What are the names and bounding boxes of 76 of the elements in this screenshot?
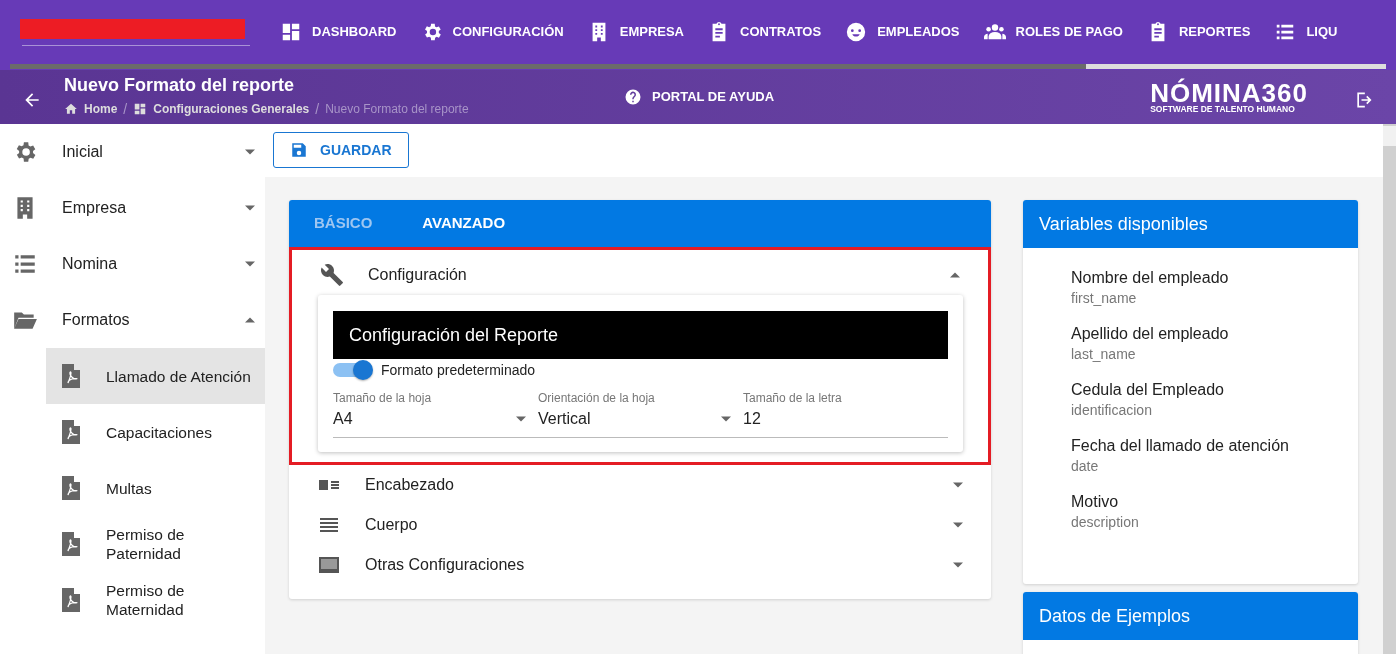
collapse-caret-icon bbox=[950, 272, 960, 278]
variable-key: last_name bbox=[1071, 344, 1358, 364]
breadcrumb-link[interactable]: Configuraciones Generales bbox=[153, 100, 310, 118]
expand-caret-icon bbox=[953, 562, 963, 568]
card-title: Datos de Ejemplos bbox=[1023, 592, 1358, 640]
sidebar-item[interactable]: Formatos bbox=[0, 292, 265, 348]
home-icon bbox=[64, 102, 78, 116]
variable-name: Cedula del Empleado bbox=[1071, 380, 1225, 400]
save-button[interactable]: GUARDAR bbox=[273, 132, 409, 168]
input-field[interactable]: 12 bbox=[743, 407, 948, 431]
vertical-scrollbar[interactable] bbox=[1383, 124, 1396, 654]
dashboard-icon bbox=[133, 102, 148, 116]
breadcrumb-separator: / bbox=[315, 99, 320, 119]
accordion-header[interactable]: Otras Configuraciones bbox=[289, 545, 991, 585]
brand-tagline: SOFTWARE DE TALENTO HUMANO bbox=[1150, 104, 1296, 114]
toggle-label: Formato predeterminado bbox=[381, 360, 536, 380]
toggle-switch[interactable] bbox=[333, 360, 373, 380]
select-field[interactable]: A4 bbox=[333, 407, 538, 431]
dashboard-icon bbox=[280, 21, 302, 43]
sidebar-item[interactable]: Nomina bbox=[0, 236, 265, 292]
variable-key: description bbox=[1071, 512, 1358, 532]
sidebar-subitem[interactable]: Capacitaciones bbox=[46, 404, 265, 460]
accordion-header[interactable]: Configuración bbox=[292, 255, 988, 295]
panel-title: Configuración del Reporte bbox=[333, 311, 948, 359]
variable-name: Motivo bbox=[1071, 492, 1120, 512]
expand-caret-icon bbox=[721, 416, 731, 422]
accordion-header[interactable]: Encabezado bbox=[289, 465, 991, 505]
nav-menu-item[interactable]: DASHBOARD bbox=[268, 0, 409, 64]
expand-caret-icon bbox=[516, 416, 526, 422]
sidebar-subitem[interactable]: Permiso de Paternidad bbox=[46, 516, 265, 572]
variable-key: first_name bbox=[1071, 288, 1358, 308]
select-field[interactable]: Vertical bbox=[538, 407, 743, 431]
breadcrumb-separator: / bbox=[123, 99, 128, 119]
horizontal-scrollbar[interactable] bbox=[10, 64, 1386, 69]
nav-menu-item[interactable]: LIQU bbox=[1262, 0, 1350, 64]
field-label: Tamaño de la hoja bbox=[333, 390, 433, 407]
sidebar-subitem[interactable]: Llamado de Atención bbox=[46, 348, 265, 404]
pdf-file-icon bbox=[60, 475, 82, 501]
variable-key: date bbox=[1071, 456, 1358, 476]
brand-name: NÓMINA360 bbox=[1150, 80, 1308, 105]
pdf-file-icon bbox=[60, 531, 82, 557]
expand-caret-icon bbox=[245, 261, 255, 267]
face-icon bbox=[845, 21, 868, 43]
expand-caret-icon bbox=[953, 522, 963, 528]
accordion-header[interactable]: Cuerpo bbox=[289, 505, 991, 545]
sidebar-subitem[interactable]: Permiso de Maternidad bbox=[46, 572, 265, 628]
variable-name: Nombre del empleado bbox=[1071, 268, 1230, 288]
wrench-icon bbox=[320, 263, 344, 287]
sidebar-subitem[interactable]: Multas bbox=[46, 460, 265, 516]
expand-caret-icon bbox=[953, 482, 963, 488]
tab[interactable]: AVANZADO bbox=[397, 200, 531, 247]
nav-menu-item[interactable]: REPORTES bbox=[1134, 0, 1263, 64]
sidebar-item[interactable]: Inicial bbox=[0, 124, 265, 180]
pdf-file-icon bbox=[60, 419, 82, 445]
save-icon bbox=[290, 141, 308, 159]
pdf-file-icon bbox=[60, 363, 82, 389]
variable-name: Fecha del llamado de atención bbox=[1071, 436, 1290, 456]
breadcrumb-link[interactable]: Home bbox=[84, 100, 118, 118]
nav-menu-item[interactable]: EMPLEADOS bbox=[833, 0, 972, 64]
pdf-file-icon bbox=[60, 587, 82, 613]
expand-caret-icon bbox=[245, 205, 255, 211]
nav-menu-item[interactable]: EMPRESA bbox=[575, 0, 696, 64]
nav-menu-item[interactable]: CONFIGURACIÓN bbox=[408, 0, 576, 64]
field-label: Tamaño de la letra bbox=[743, 390, 843, 407]
collapse-caret-icon bbox=[245, 317, 255, 323]
help-icon bbox=[624, 88, 642, 106]
expand-caret-icon bbox=[245, 149, 255, 155]
variable-key: identificacion bbox=[1071, 400, 1358, 420]
field-label: Orientación de la hoja bbox=[538, 390, 656, 407]
page-title: Nuevo Formato del reporte bbox=[64, 74, 296, 95]
help-portal-link[interactable]: PORTAL DE AYUDA bbox=[612, 77, 787, 117]
variable-name: Apellido del empleado bbox=[1071, 324, 1230, 344]
sidebar-item[interactable]: Empresa bbox=[0, 180, 265, 236]
card-title: Variables disponibles bbox=[1023, 200, 1358, 248]
nav-menu-item[interactable]: CONTRATOS bbox=[696, 0, 834, 64]
nav-menu-item[interactable]: ROLES DE PAGO bbox=[971, 0, 1135, 64]
